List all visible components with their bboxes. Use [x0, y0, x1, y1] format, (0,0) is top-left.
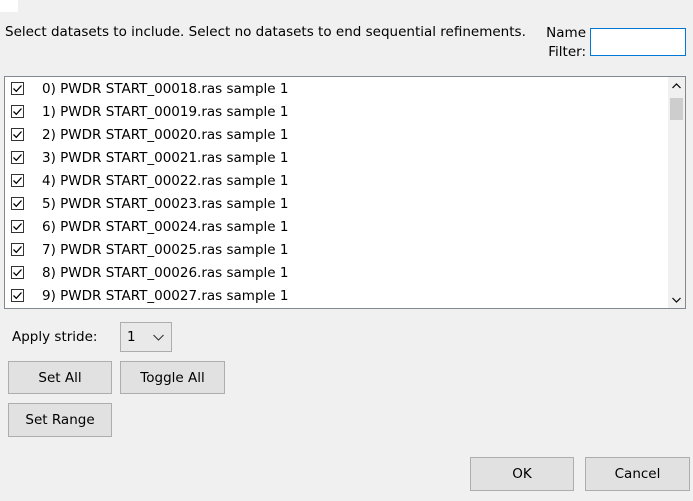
vertical-scrollbar[interactable] [668, 77, 685, 308]
dataset-checkbox[interactable] [11, 128, 24, 141]
dataset-row[interactable]: 1) PWDR START_00019.ras sample 1 [5, 100, 661, 123]
scroll-thumb[interactable] [670, 98, 683, 120]
check-icon [13, 269, 22, 277]
toggle-all-button[interactable]: Toggle All [120, 361, 225, 394]
dataset-label: 4) PWDR START_00022.ras sample 1 [42, 172, 289, 189]
title-strip [0, 0, 18, 12]
check-icon [13, 200, 22, 208]
dataset-label: 9) PWDR START_00027.ras sample 1 [42, 287, 289, 304]
dataset-checkbox[interactable] [11, 266, 24, 279]
dataset-row[interactable]: 0) PWDR START_00018.ras sample 1 [5, 77, 661, 100]
dataset-row[interactable]: 3) PWDR START_00021.ras sample 1 [5, 146, 661, 169]
name-filter-input[interactable] [590, 28, 686, 56]
dataset-checkbox[interactable] [11, 220, 24, 233]
check-icon [13, 292, 22, 300]
instruction-text: Select datasets to include. Select no da… [5, 24, 526, 40]
dataset-row[interactable]: 9) PWDR START_00027.ras sample 1 [5, 284, 661, 307]
dataset-checkbox[interactable] [11, 105, 24, 118]
dataset-label: 6) PWDR START_00024.ras sample 1 [42, 218, 289, 235]
dataset-label: 7) PWDR START_00025.ras sample 1 [42, 241, 289, 258]
check-icon [13, 131, 22, 139]
dataset-checkbox[interactable] [11, 151, 24, 164]
cancel-button[interactable]: Cancel [585, 457, 690, 491]
dataset-checkbox[interactable] [11, 243, 24, 256]
dataset-label: 2) PWDR START_00020.ras sample 1 [42, 126, 289, 143]
dataset-checkbox[interactable] [11, 289, 24, 302]
dataset-label: 1) PWDR START_00019.ras sample 1 [42, 103, 289, 120]
chevron-down-icon[interactable] [668, 291, 685, 308]
dataset-checklist[interactable]: 0) PWDR START_00018.ras sample 1 1) PWDR … [4, 76, 686, 309]
stride-label: Apply stride: [12, 329, 98, 345]
chevron-up-icon[interactable] [668, 77, 685, 94]
check-icon [13, 108, 22, 116]
name-filter-label-line1: Name [546, 25, 586, 41]
set-range-button[interactable]: Set Range [8, 403, 112, 437]
name-filter-label: Name Filter: [540, 24, 586, 62]
check-icon [13, 85, 22, 93]
dataset-label: 5) PWDR START_00023.ras sample 1 [42, 195, 289, 212]
check-icon [13, 246, 22, 254]
stride-value: 1 [127, 329, 136, 345]
dataset-label: 3) PWDR START_00021.ras sample 1 [42, 149, 289, 166]
dataset-checkbox[interactable] [11, 197, 24, 210]
dataset-label: 0) PWDR START_00018.ras sample 1 [42, 80, 289, 97]
dataset-row[interactable]: 2) PWDR START_00020.ras sample 1 [5, 123, 661, 146]
stride-dropdown[interactable]: 1 [120, 322, 172, 352]
check-icon [13, 177, 22, 185]
chevron-down-icon [153, 334, 164, 341]
dataset-checkbox[interactable] [11, 174, 24, 187]
dataset-row[interactable]: 4) PWDR START_00022.ras sample 1 [5, 169, 661, 192]
dataset-row[interactable]: 6) PWDR START_00024.ras sample 1 [5, 215, 661, 238]
dataset-row[interactable]: 8) PWDR START_00026.ras sample 1 [5, 261, 661, 284]
ok-button[interactable]: OK [470, 457, 574, 491]
check-icon [13, 223, 22, 231]
dataset-label: 8) PWDR START_00026.ras sample 1 [42, 264, 289, 281]
dataset-checkbox[interactable] [11, 82, 24, 95]
dataset-row[interactable]: 5) PWDR START_00023.ras sample 1 [5, 192, 661, 215]
set-all-button[interactable]: Set All [8, 361, 112, 394]
dataset-row[interactable]: 7) PWDR START_00025.ras sample 1 [5, 238, 661, 261]
name-filter-label-line2: Filter: [548, 44, 586, 60]
check-icon [13, 154, 22, 162]
